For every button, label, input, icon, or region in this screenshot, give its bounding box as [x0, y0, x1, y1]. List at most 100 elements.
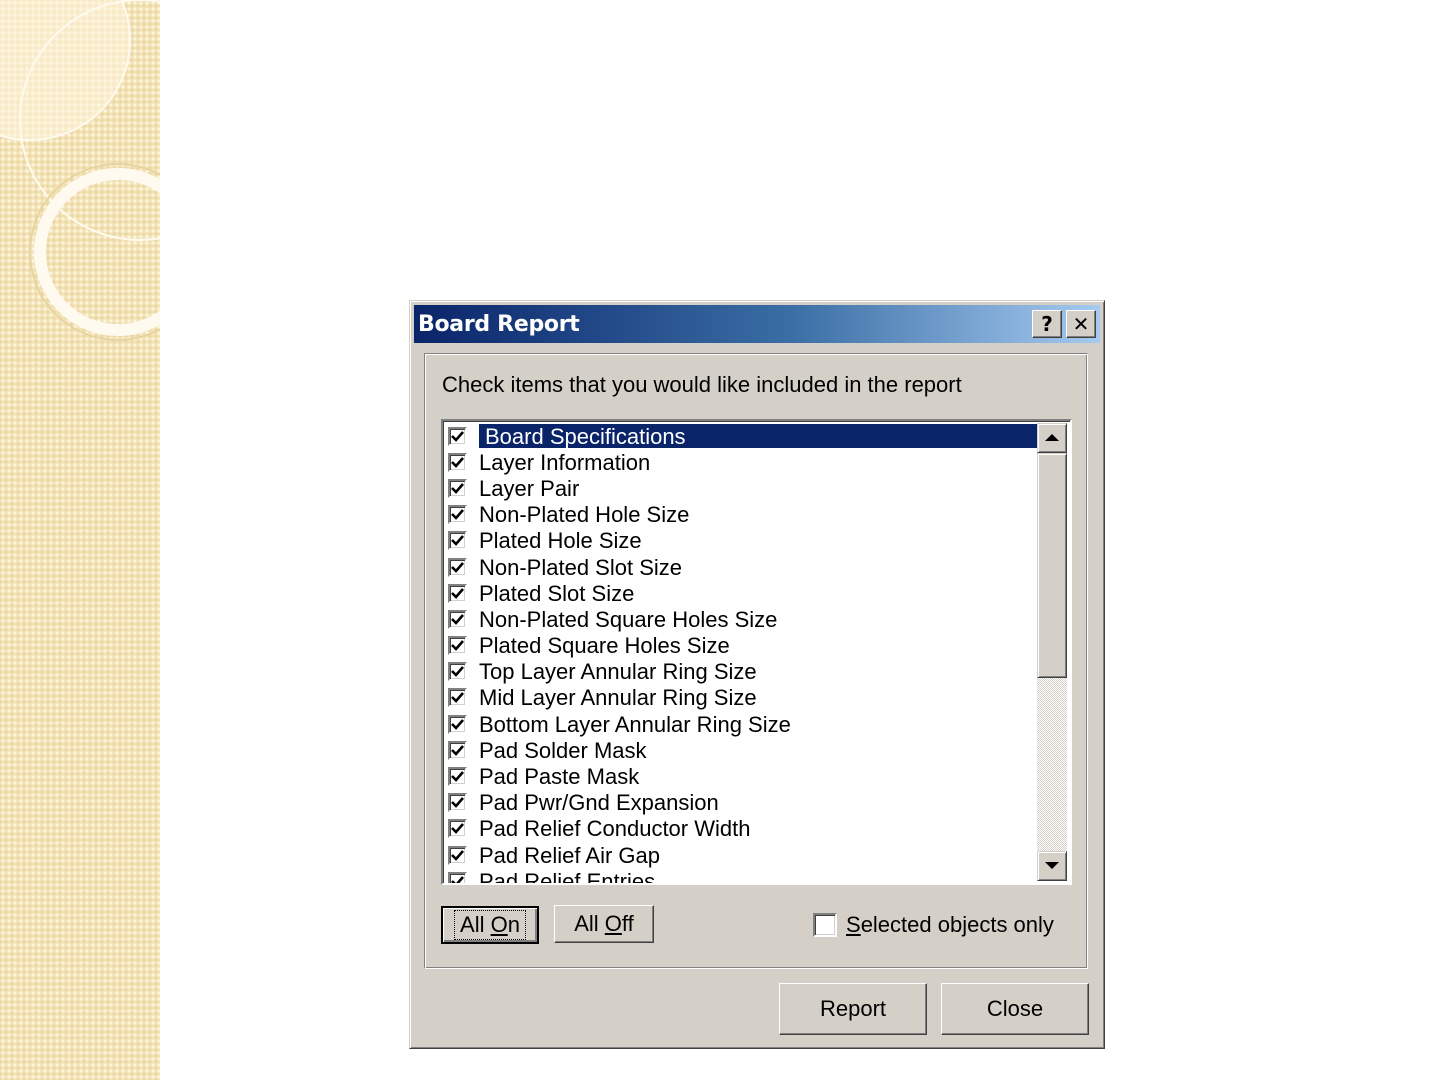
item-label: Pad Relief Conductor Width	[479, 816, 751, 842]
list-item[interactable]: Pad Pwr/Gnd Expansion	[446, 790, 1038, 816]
list-item[interactable]: Pad Relief Conductor Width	[446, 816, 1038, 842]
item-checkbox[interactable]	[448, 871, 467, 883]
item-checkbox[interactable]	[448, 636, 467, 656]
checkmark-icon	[451, 744, 464, 756]
item-label: Layer Pair	[479, 475, 580, 501]
all-off-rest: ff	[621, 911, 634, 936]
selected-objects-only-checkbox[interactable]	[813, 913, 837, 937]
list-item[interactable]: Plated Hole Size	[446, 528, 1038, 554]
close-button[interactable]: Close	[941, 983, 1089, 1035]
arrow-down-icon	[1045, 862, 1059, 869]
checkmark-icon	[451, 535, 464, 547]
list-item[interactable]: Board Specifications	[446, 423, 1038, 449]
scroll-down-button[interactable]	[1037, 851, 1067, 881]
item-checkbox[interactable]	[448, 583, 467, 603]
all-on-mnemonic: O	[490, 912, 508, 937]
checkmark-icon	[451, 614, 464, 625]
item-checkbox[interactable]	[448, 767, 467, 787]
item-checkbox[interactable]	[448, 793, 467, 813]
checkmark-icon	[451, 797, 464, 809]
list-item[interactable]: Pad Paste Mask	[446, 763, 1038, 789]
item-checkbox[interactable]	[448, 740, 467, 760]
checkmark-icon	[451, 666, 464, 678]
item-checkbox[interactable]	[448, 688, 467, 708]
item-label: Top Layer Annular Ring Size	[479, 659, 757, 685]
vertical-scrollbar[interactable]	[1037, 423, 1067, 881]
item-label: Mid Layer Annular Ring Size	[479, 685, 757, 711]
scrollbar-thumb[interactable]	[1037, 453, 1067, 678]
item-label: Board Specifications	[485, 424, 686, 449]
report-button-label: Report	[819, 996, 887, 1021]
all-off-prefix: All	[574, 911, 605, 936]
item-label: Layer Information	[479, 449, 651, 475]
list-item[interactable]: Plated Slot Size	[446, 580, 1038, 606]
help-button[interactable]: ?	[1032, 310, 1062, 338]
item-label: Bottom Layer Annular Ring Size	[479, 711, 791, 737]
checkmark-icon	[451, 456, 464, 468]
checkmark-icon	[451, 718, 464, 730]
close-button-label: Close	[986, 996, 1044, 1021]
item-checkbox[interactable]	[448, 609, 467, 629]
selected-objects-only-option[interactable]: Selected objects only	[813, 912, 1054, 938]
selected-only-mnemonic: S	[846, 912, 861, 937]
item-label: Pad Pwr/Gnd Expansion	[479, 790, 719, 816]
list-item[interactable]: Non-Plated Hole Size	[446, 502, 1038, 528]
close-window-button[interactable]: ✕	[1066, 310, 1096, 338]
checkmark-icon	[451, 430, 464, 442]
item-checkbox[interactable]	[448, 478, 467, 498]
report-items-listbox[interactable]: Board Specifications Layer Information Lay…	[441, 419, 1072, 885]
all-on-button[interactable]: All On	[441, 906, 539, 944]
list-item[interactable]: Pad Solder Mask	[446, 737, 1038, 763]
scroll-up-button[interactable]	[1037, 423, 1067, 453]
report-options-group: Check items that you would like included…	[424, 353, 1088, 969]
instruction-text: Check items that you would like included…	[442, 372, 962, 397]
checkmark-icon	[451, 849, 464, 861]
list-item[interactable]: Non-Plated Slot Size	[446, 554, 1038, 580]
all-off-label: All Off	[574, 911, 634, 937]
item-checkbox[interactable]	[448, 531, 467, 551]
decorative-circles	[0, 0, 160, 341]
slide-decoration-strip	[0, 0, 160, 1080]
list-item[interactable]: Top Layer Annular Ring Size	[446, 659, 1038, 685]
selection-highlight: Board Specifications	[479, 424, 1038, 449]
item-checkbox[interactable]	[448, 714, 467, 734]
list-item[interactable]: Non-Plated Square Holes Size	[446, 606, 1038, 632]
checkmark-icon	[451, 561, 464, 573]
help-icon: ?	[1041, 312, 1053, 336]
report-button[interactable]: Report	[779, 983, 927, 1035]
item-label: Non-Plated Hole Size	[479, 502, 690, 528]
all-on-prefix: All	[460, 912, 491, 937]
checkmark-icon	[451, 875, 464, 883]
item-label: Non-Plated Square Holes Size	[479, 606, 778, 632]
all-off-button[interactable]: All Off	[554, 905, 654, 943]
board-report-dialog: Board Report ? ✕ Check items that you wo…	[409, 300, 1105, 1049]
checkmark-icon	[451, 692, 464, 704]
item-label: Non-Plated Slot Size	[479, 554, 682, 580]
all-on-rest: n	[507, 912, 520, 937]
item-label: Pad Paste Mask	[479, 764, 640, 790]
item-label: Plated Hole Size	[479, 528, 642, 554]
item-checkbox[interactable]	[448, 426, 467, 446]
item-checkbox[interactable]	[448, 505, 467, 525]
list-item[interactable]: Layer Information	[446, 449, 1038, 475]
all-on-label: All On	[454, 910, 526, 940]
item-label: Plated Square Holes Size	[479, 633, 730, 659]
dialog-titlebar[interactable]: Board Report ? ✕	[414, 305, 1100, 343]
checkmark-icon	[451, 509, 464, 521]
list-item[interactable]: Bottom Layer Annular Ring Size	[446, 711, 1038, 737]
list-item[interactable]: Mid Layer Annular Ring Size	[446, 685, 1038, 711]
list-item[interactable]: Plated Square Holes Size	[446, 633, 1038, 659]
checkmark-icon	[451, 483, 464, 494]
list-item[interactable]: Pad Relief Air Gap	[446, 842, 1038, 868]
item-checkbox[interactable]	[448, 819, 467, 839]
list-item[interactable]: Pad Relief Entries	[446, 868, 1038, 885]
item-checkbox[interactable]	[448, 557, 467, 577]
checkmark-icon	[451, 823, 464, 835]
arrow-up-icon	[1045, 434, 1059, 441]
item-checkbox[interactable]	[448, 452, 467, 472]
item-label: Pad Relief Entries	[479, 868, 656, 885]
item-checkbox[interactable]	[448, 845, 467, 865]
item-checkbox[interactable]	[448, 662, 467, 682]
list-item[interactable]: Layer Pair	[446, 475, 1038, 501]
selected-only-rest: elected objects only	[860, 912, 1054, 937]
